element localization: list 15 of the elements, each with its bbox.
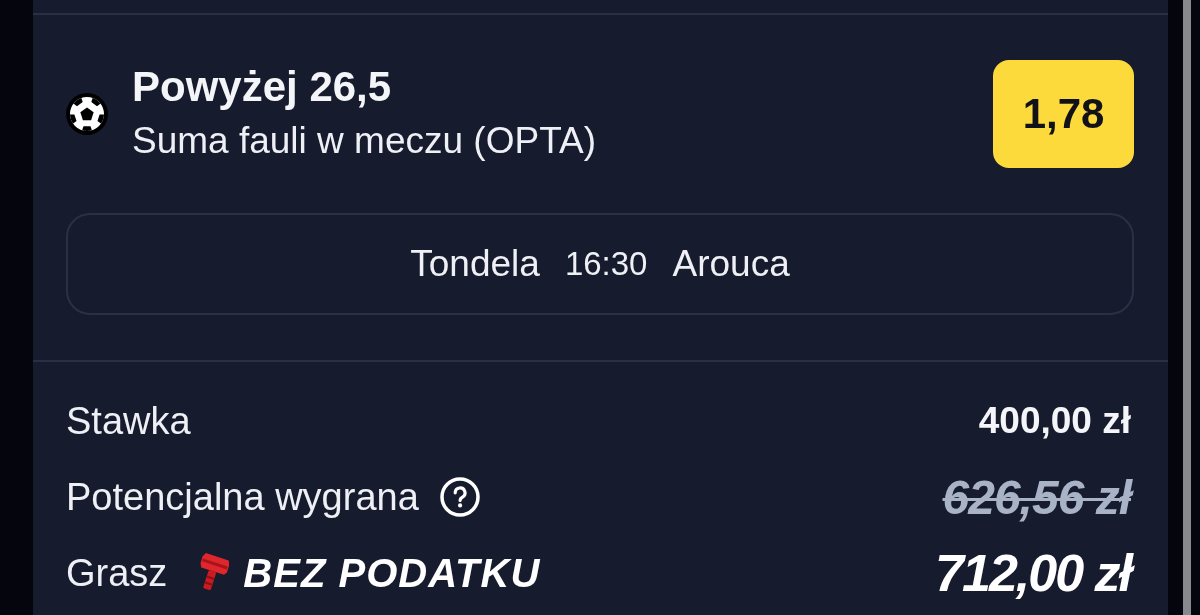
struck-amount: 626,56 zł — [942, 469, 1134, 525]
soccer-ball-icon — [66, 93, 108, 135]
summary-label: Stawka — [66, 399, 191, 443]
team-name: Tondela — [410, 243, 540, 285]
help-icon[interactable] — [439, 477, 480, 517]
team-name: Arouca — [672, 243, 790, 285]
amount-value: 400,00 zł — [978, 400, 1132, 442]
summary-label: Potencjalna wygrana — [66, 475, 419, 519]
promo-label: BEZ PODATKU — [243, 550, 541, 596]
selection-title: Powyżej 26,5 — [132, 62, 393, 112]
odds-button[interactable]: 1,78 — [993, 60, 1134, 168]
amount-value: 712,00 zł — [935, 543, 1134, 603]
summary-label: Grasz — [66, 551, 168, 595]
match-time: 16:30 — [564, 245, 648, 283]
market-name: Suma fauli w meczu (OPTA) — [132, 119, 597, 163]
